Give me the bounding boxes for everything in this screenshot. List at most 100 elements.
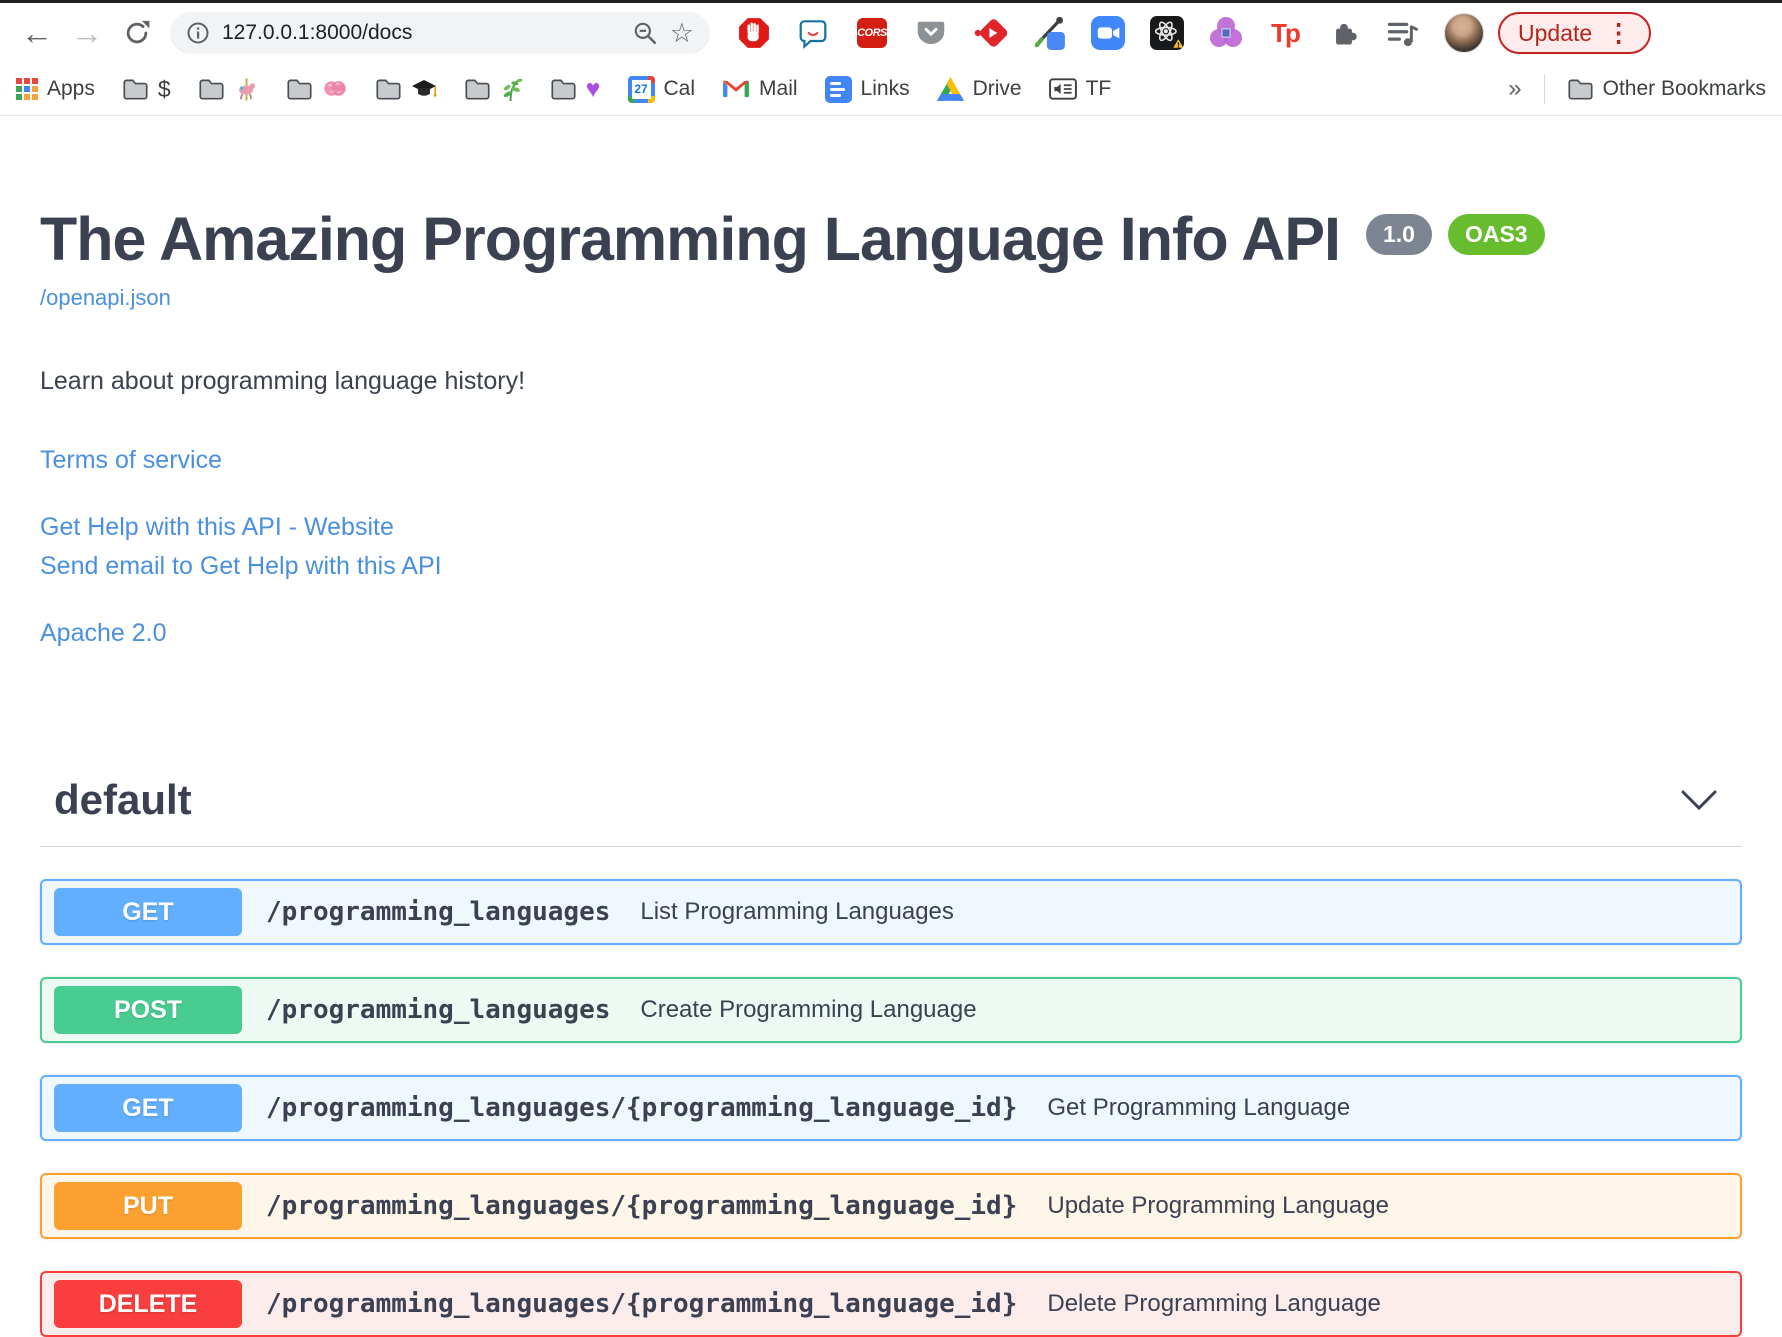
extensions-row: CORS Tp (736, 13, 1484, 53)
react-devtools-extension-icon[interactable] (1149, 15, 1185, 51)
back-button[interactable]: ← (12, 8, 62, 58)
tp-extension-icon[interactable]: Tp (1267, 15, 1303, 51)
zoom-extension-icon[interactable] (1090, 15, 1126, 51)
help-website-link[interactable]: Get Help with this API - Website (40, 513, 394, 542)
forward-icon: → (71, 14, 103, 51)
folder-icon (123, 79, 148, 100)
bookmark-folder-brain[interactable] (286, 78, 348, 100)
kebab-menu-icon[interactable]: ⋮ (1606, 20, 1631, 46)
bookmark-calendar[interactable]: 27 Cal (627, 75, 695, 103)
tag-divider (40, 846, 1742, 848)
forward-button[interactable]: → (62, 8, 112, 58)
atom-warning-icon (1150, 16, 1184, 50)
folder-icon (287, 79, 312, 100)
tag-name: default (54, 776, 192, 824)
bookmark-folder-dollar[interactable]: $ (122, 76, 171, 103)
folder-icon (465, 79, 490, 100)
endpoint-row[interactable]: DELETE /programming_languages/{programmi… (40, 1271, 1742, 1337)
bookmark-folder-herb[interactable] (464, 77, 523, 102)
folder-icon (199, 79, 224, 100)
update-label: Update (1518, 19, 1593, 46)
other-bookmarks[interactable]: Other Bookmarks (1567, 77, 1766, 101)
address-bar[interactable]: 127.0.0.1:8000/docs ☆ (170, 12, 710, 54)
method-badge: GET (54, 1084, 242, 1133)
bookmark-star-icon[interactable]: ☆ (670, 18, 694, 49)
method-badge: POST (54, 986, 242, 1035)
chrome-update-button[interactable]: Update ⋮ (1498, 12, 1652, 54)
adblock-extension-icon[interactable] (736, 15, 772, 51)
endpoint-path: /programming_languages/{programming_lang… (266, 1289, 1018, 1320)
browser-toolbar: ← → 127.0.0.1:8000/docs ☆ CORS Tp Update… (0, 3, 1782, 63)
api-description: Learn about programming language history… (40, 367, 526, 396)
bookmarks-bar: Apps $ ♥ 27 Cal Mail Links Drive TF » Ot… (0, 63, 1782, 116)
bookmark-drive[interactable]: Drive (936, 77, 1022, 101)
bookmark-apps[interactable]: Apps (16, 77, 95, 101)
url-text[interactable]: 127.0.0.1:8000/docs (222, 21, 412, 45)
bookmark-tf[interactable]: TF (1048, 77, 1111, 101)
endpoint-row[interactable]: GET /programming_languages List Programm… (40, 879, 1742, 946)
folder-icon (376, 79, 401, 100)
bookmarks-overflow-chevron[interactable]: » (1508, 75, 1521, 103)
red-diamond-icon (974, 19, 1007, 47)
tag-header[interactable]: default (40, 776, 1742, 824)
video-camera-icon (1091, 16, 1125, 50)
purple-recycle-extension-icon[interactable] (1208, 15, 1244, 51)
gmail-icon (723, 80, 749, 98)
method-badge: DELETE (54, 1280, 242, 1329)
folder-icon (1568, 79, 1593, 100)
bookmark-links[interactable]: Links (824, 75, 910, 103)
openapi-spec-link[interactable]: /openapi.json (40, 285, 171, 311)
endpoint-row[interactable]: GET /programming_languages/{programming_… (40, 1075, 1742, 1142)
links-icon (824, 75, 852, 103)
extensions-puzzle-button[interactable] (1326, 15, 1362, 51)
license-link[interactable]: Apache 2.0 (40, 619, 167, 648)
cors-extension-icon[interactable]: CORS (854, 15, 890, 51)
dollar-icon: $ (157, 75, 171, 102)
method-badge: PUT (54, 1182, 242, 1231)
eyedropper-icon (1034, 16, 1065, 50)
endpoint-row[interactable]: POST /programming_languages Create Progr… (40, 977, 1742, 1044)
graduation-cap-icon (411, 79, 437, 97)
carousel-horse-icon (238, 77, 255, 101)
bookmark-mail[interactable]: Mail (722, 77, 798, 101)
page-title: The Amazing Programming Language Info AP… (40, 205, 1341, 273)
profile-avatar[interactable] (1444, 13, 1484, 53)
drive-icon (936, 77, 964, 101)
apps-label: Apps (47, 77, 95, 100)
bookmark-folder-graduation[interactable] (375, 78, 437, 101)
calendar-day: 27 (631, 79, 651, 99)
bookmark-folder-carousel-horse[interactable] (198, 77, 259, 102)
api-title-block: The Amazing Programming Language Info AP… (40, 205, 1742, 273)
bookmarks-right-group: » Other Bookmarks (1508, 74, 1766, 104)
endpoint-path: /programming_languages/{programming_lang… (266, 1191, 1018, 1222)
zoom-out-icon[interactable] (632, 20, 658, 46)
purple-heart-icon: ♥ (585, 74, 601, 103)
chat-bubble-extension-icon[interactable] (795, 15, 831, 51)
endpoint-summary: List Programming Languages (640, 898, 954, 926)
endpoint-summary: Get Programming Language (1047, 1094, 1351, 1122)
endpoint-path: /programming_languages/{programming_lang… (266, 1093, 1018, 1124)
chevron-down-icon[interactable] (1680, 789, 1718, 811)
help-email-link[interactable]: Send email to Get Help with this API (40, 552, 442, 581)
endpoint-row[interactable]: PUT /programming_languages/{programming_… (40, 1173, 1742, 1240)
endpoint-path: /programming_languages (266, 995, 611, 1026)
links-label: Links (860, 77, 910, 100)
page-info-icon[interactable] (186, 21, 210, 45)
playlist-music-icon (1387, 22, 1419, 47)
brain-icon (323, 81, 346, 96)
reload-button[interactable] (112, 8, 162, 58)
announcement-list-icon (1048, 78, 1077, 100)
drive-label: Drive (972, 77, 1022, 100)
color-picker-extension-icon[interactable] (1031, 15, 1067, 51)
mail-label: Mail (759, 77, 798, 100)
media-controls-button[interactable] (1385, 15, 1421, 51)
cors-badge: CORS (857, 18, 887, 48)
stop-hand-icon (739, 18, 769, 48)
pocket-extension-icon[interactable] (913, 15, 949, 51)
endpoint-summary: Delete Programming Language (1047, 1290, 1381, 1318)
diamond-dev-extension-icon[interactable] (972, 15, 1008, 51)
bookmark-folder-purple-heart[interactable]: ♥ (550, 74, 601, 103)
terms-of-service-link[interactable]: Terms of service (40, 446, 222, 475)
speech-bubble-icon (799, 20, 827, 49)
method-badge: GET (54, 888, 242, 937)
